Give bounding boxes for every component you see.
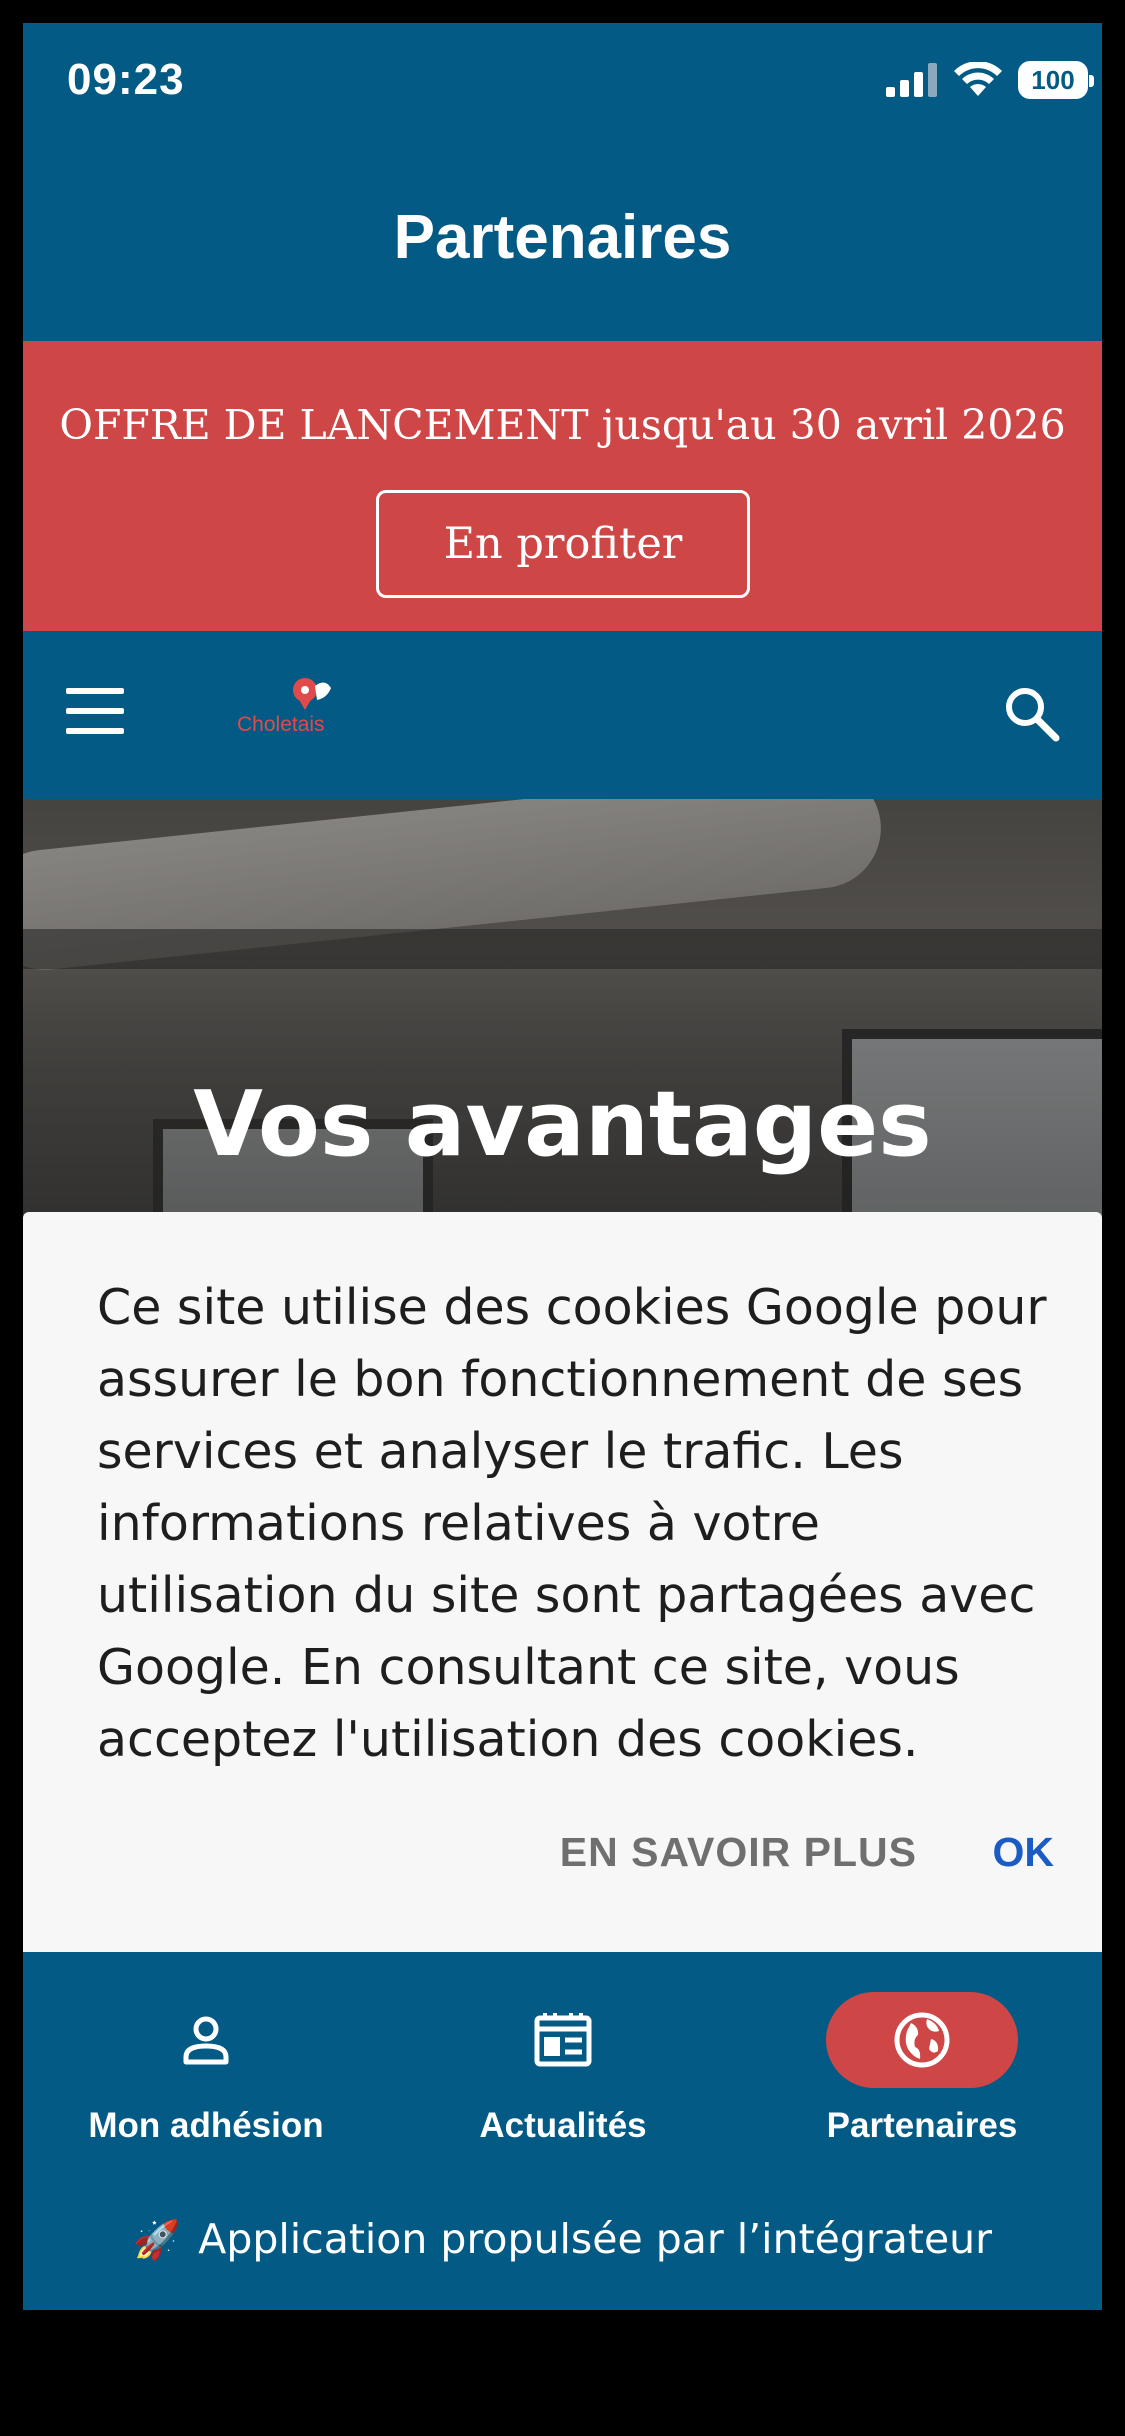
hero-banner: Vos avantages (23, 799, 1102, 1229)
battery-icon: 100 (1018, 61, 1094, 99)
tab-label: Partenaires (826, 2106, 1018, 2145)
powered-by-text: Application propulsée par l’intégrateur (198, 2215, 993, 2263)
newspaper-icon (534, 2013, 592, 2067)
tab-actualites[interactable]: Actualités (383, 1992, 743, 2146)
map-pin-icon (293, 678, 331, 710)
learn-more-button[interactable]: EN SAVOIR PLUS (560, 1829, 917, 1876)
globe-icon (894, 2012, 950, 2068)
promo-banner: OFFRE DE LANCEMENT jusqu'au 30 avril 202… (23, 341, 1102, 631)
promo-cta-button[interactable]: En profiter (376, 490, 750, 598)
hamburger-menu-icon[interactable] (66, 688, 124, 734)
app-screen: 09:23 100 Partenaires OFFRE DE LANCEMENT… (23, 23, 1102, 2310)
promo-text: OFFRE DE LANCEMENT jusqu'au 30 avril 202… (59, 401, 1066, 449)
status-bar: 09:23 100 (23, 23, 1102, 141)
tab-label: Actualités (479, 2106, 647, 2145)
site-logo[interactable]: Choletais (199, 671, 369, 761)
wifi-icon (954, 62, 1002, 96)
app-header: Partenaires (23, 141, 1102, 363)
signal-icon (886, 63, 937, 97)
accept-cookies-button[interactable]: OK (993, 1829, 1055, 1876)
status-time: 09:23 (67, 55, 185, 104)
search-icon[interactable] (1002, 684, 1060, 742)
powered-by-footer: 🚀 Application propulsée par l’intégrateur (23, 2215, 1102, 2263)
status-icons: 100 (886, 61, 1094, 99)
tab-partenaires[interactable]: Partenaires (742, 1992, 1102, 2146)
tab-mon-adhesion[interactable]: Mon adhésion (26, 1992, 386, 2146)
cookie-consent-text: Ce site utilise des cookies Google pour … (97, 1279, 1047, 1768)
page-title: Partenaires (393, 202, 732, 272)
bottom-tab-bar: Mon adhésion Actualités Partenaires (23, 1952, 1102, 2202)
site-navbar: Choletais (23, 631, 1102, 799)
rocket-icon: 🚀 (132, 2218, 181, 2262)
tab-label: Mon adhésion (88, 2106, 324, 2145)
cookie-consent-banner: Ce site utilise des cookies Google pour … (23, 1212, 1102, 1952)
person-icon (183, 2016, 229, 2065)
hero-title: Vos avantages (193, 1072, 932, 1177)
logo-text: Choletais (237, 713, 325, 736)
